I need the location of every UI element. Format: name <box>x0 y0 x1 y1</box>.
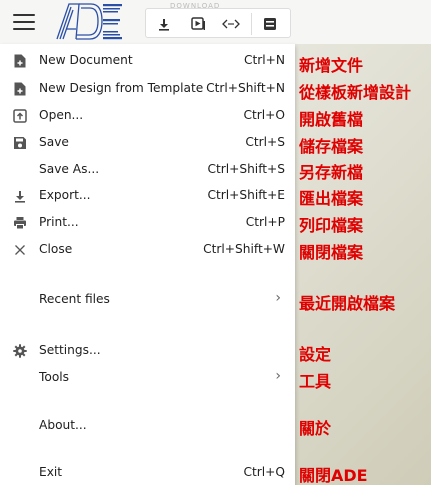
menu-item-close[interactable]: Close Ctrl+Shift+W <box>0 238 295 262</box>
new-document-icon <box>12 53 28 69</box>
menu-item-shortcut: Ctrl+Q <box>243 465 286 479</box>
ade-logo <box>56 3 122 40</box>
menu-item-label: New Design from Template <box>39 81 204 95</box>
menu-item-save-as[interactable]: Save As... Ctrl+Shift+S <box>0 158 295 182</box>
translation-save: 儲存檔案 <box>299 137 364 156</box>
menu-item-shortcut: Ctrl+Shift+S <box>207 162 285 176</box>
menu-item-exit[interactable]: Exit Ctrl+Q <box>0 461 295 485</box>
translation-open: 開啟舊檔 <box>299 110 364 129</box>
top-toolbar: DOWNLOAD <box>0 0 431 44</box>
tool-strip: DOWNLOAD <box>145 2 291 38</box>
toolbar-separator <box>251 13 252 35</box>
code-icon[interactable] <box>221 14 241 34</box>
translation-close: 關閉檔案 <box>299 243 364 262</box>
export-icon <box>12 188 28 204</box>
menu-item-open[interactable]: Open... Ctrl+O <box>0 104 295 128</box>
menu-item-label: New Document <box>39 53 133 67</box>
menu-item-label: Tools <box>39 370 70 384</box>
menu-item-shortcut: Ctrl+Shift+E <box>207 188 285 202</box>
menu-item-label: Settings... <box>39 343 101 357</box>
menu-item-print[interactable]: Print... Ctrl+P <box>0 211 295 235</box>
menu-item-label: Export... <box>39 188 91 202</box>
save-icon <box>12 135 28 151</box>
print-icon <box>12 215 28 231</box>
menu-item-shortcut: Ctrl+S <box>245 135 285 149</box>
menu-item-label: Save As... <box>39 162 100 176</box>
menu-item-shortcut: Ctrl+N <box>243 53 285 67</box>
menu-item-shortcut: Ctrl+Shift+N <box>206 81 285 95</box>
menu-item-label: About... <box>39 418 87 432</box>
menu-item-label: Print... <box>39 215 79 229</box>
menu-item-label: Open... <box>39 108 84 122</box>
translation-recent-files: 最近開啟檔案 <box>299 294 396 313</box>
translation-save-as: 另存新檔 <box>299 163 364 182</box>
chevron-right-icon: › <box>275 368 281 384</box>
toolbar-faint-label: DOWNLOAD <box>170 2 221 10</box>
panel-icon[interactable] <box>260 14 280 34</box>
file-menu: New Document Ctrl+N New Design from Temp… <box>0 44 295 485</box>
hamburger-icon[interactable] <box>13 12 37 32</box>
translation-exit: 關閉ADE <box>299 466 368 485</box>
translation-print: 列印檔案 <box>299 216 364 235</box>
menu-item-recent-files[interactable]: Recent files › <box>0 288 295 312</box>
menu-item-shortcut: Ctrl+P <box>245 215 285 229</box>
translation-new-document: 新增文件 <box>299 56 364 75</box>
menu-item-shortcut: Ctrl+O <box>243 108 286 122</box>
gear-icon <box>12 343 28 359</box>
translation-tools: 工具 <box>299 372 332 391</box>
menu-item-settings[interactable]: Settings... <box>0 339 295 363</box>
translation-about: 關於 <box>299 419 332 438</box>
close-icon <box>12 242 28 258</box>
menu-item-label: Save <box>39 135 69 149</box>
translation-settings: 設定 <box>299 345 332 364</box>
chevron-right-icon: › <box>275 290 281 306</box>
menu-item-about[interactable]: About... <box>0 414 295 438</box>
new-template-icon <box>12 81 28 97</box>
menu-item-shortcut: Ctrl+Shift+W <box>203 242 285 256</box>
menu-item-label: Exit <box>39 465 63 479</box>
menu-item-new-design-from-template[interactable]: New Design from Template Ctrl+Shift+N <box>0 77 295 101</box>
download-icon[interactable] <box>154 14 174 34</box>
translation-export: 匯出檔案 <box>299 189 364 208</box>
open-icon <box>12 108 28 124</box>
menu-item-new-document[interactable]: New Document Ctrl+N <box>0 49 295 73</box>
menu-item-label: Close <box>39 242 73 256</box>
menu-item-label: Recent files <box>39 292 110 306</box>
menu-item-save[interactable]: Save Ctrl+S <box>0 131 295 155</box>
menu-item-export[interactable]: Export... Ctrl+Shift+E <box>0 184 295 208</box>
play-icon[interactable] <box>188 14 208 34</box>
translation-new-design-from-template: 從樣板新增設計 <box>299 83 412 102</box>
menu-item-tools[interactable]: Tools › <box>0 366 295 390</box>
